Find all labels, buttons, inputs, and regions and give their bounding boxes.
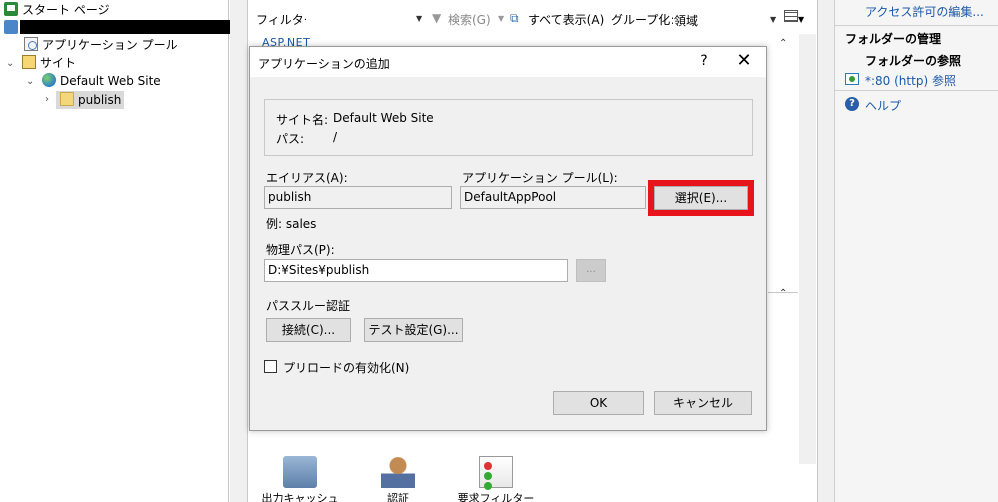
search-dropdown-icon[interactable]: ▼ xyxy=(498,14,504,23)
browse-icon xyxy=(845,73,859,85)
feature-authentication[interactable]: 認証 xyxy=(358,456,438,502)
search-button[interactable]: 検索(G) xyxy=(448,11,491,28)
alias-label: エイリアス(A): xyxy=(266,171,348,185)
tree-node-start-page[interactable]: スタート ページ xyxy=(4,1,110,19)
collapse-section-icon[interactable]: ⌃ xyxy=(779,288,787,299)
group-by-label: グループ化: xyxy=(611,13,675,27)
help-icon: ? xyxy=(845,97,859,111)
ok-button[interactable]: OK xyxy=(553,391,644,415)
grid-view-icon xyxy=(784,10,798,22)
feature-output-cache[interactable]: 出力キャッシュ xyxy=(260,456,340,502)
passthrough-auth-label: パススルー認証 xyxy=(266,299,351,313)
chevron-down-icon: ▼ xyxy=(770,15,777,24)
path-label: パス: xyxy=(276,132,305,146)
tree-node-label: アプリケーション プール xyxy=(42,38,178,52)
filter-input[interactable] xyxy=(306,8,428,30)
feature-label: 出力キャッシュ xyxy=(261,492,339,502)
folder-icon xyxy=(60,92,74,106)
tree-node-default-web-site[interactable]: Default Web Site xyxy=(42,72,161,90)
browse-path-button[interactable]: ... xyxy=(576,259,606,282)
preload-label: プリロードの有効化(N) xyxy=(283,361,410,375)
filter-toolbar: フィルター: ▼ ▼ 検索(G) ▼ ⧉ すべて表示(A) グループ化: 領域 … xyxy=(248,6,819,32)
site-name-value: Default Web Site xyxy=(333,111,434,125)
site-name-label: サイト名: xyxy=(276,113,329,127)
server-icon xyxy=(4,20,18,34)
connections-tree: スタート ページ アプリケーション プール ⌄ サイト ⌄ Default We… xyxy=(0,0,230,502)
actions-pane: アクセス許可の編集... フォルダーの管理 フォルダーの参照 *:80 (htt… xyxy=(834,0,998,502)
collapse-section-icon[interactable]: ⌃ xyxy=(779,38,787,49)
group-by-value: 領域 xyxy=(674,14,699,28)
alias-example: 例: sales xyxy=(266,217,317,231)
group-by-select[interactable]: 領域 ▼ xyxy=(671,8,779,30)
tree-node-label: サイト xyxy=(40,56,77,70)
site-info-box: サイト名: Default Web Site パス: / xyxy=(264,99,753,156)
feature-label: 認証 xyxy=(387,492,409,502)
highlight-box: 選択(E)... xyxy=(648,180,754,216)
browse-http-link[interactable]: *:80 (http) 参照 xyxy=(865,72,956,89)
tree-node-sites[interactable]: サイト xyxy=(22,54,76,72)
tree-node-publish[interactable]: publish xyxy=(60,91,121,109)
dialog-title: アプリケーションの追加 xyxy=(258,57,390,71)
tree-node-server-selected[interactable] xyxy=(20,20,230,34)
vertical-scrollbar[interactable] xyxy=(799,34,816,464)
test-settings-button[interactable]: テスト設定(G)... xyxy=(364,318,463,342)
physical-path-field[interactable]: D:¥Sites¥publish xyxy=(264,259,568,282)
actions-divider xyxy=(835,90,998,91)
actions-divider xyxy=(835,25,998,26)
edit-permissions-link[interactable]: アクセス許可の編集... xyxy=(865,3,984,20)
path-value: / xyxy=(333,130,338,144)
help-button[interactable]: ? xyxy=(694,53,714,69)
start-page-icon xyxy=(4,2,18,16)
browse-folder-heading: フォルダーの参照 xyxy=(865,54,962,68)
output-cache-icon xyxy=(283,456,317,488)
connect-as-button[interactable]: 接続(C)... xyxy=(266,318,351,342)
show-all-icon: ⧉ xyxy=(510,11,519,25)
collapse-chevron-icon[interactable]: ⌄ xyxy=(26,76,34,87)
tree-node-label: Default Web Site xyxy=(60,74,161,88)
preload-checkbox[interactable] xyxy=(264,360,277,373)
show-all-button[interactable]: すべて表示(A) xyxy=(528,11,604,28)
select-app-pool-button[interactable]: 選択(E)... xyxy=(654,186,748,210)
physical-path-label: 物理パス(P): xyxy=(266,243,335,257)
close-button[interactable]: ✕ xyxy=(732,50,756,71)
view-toggle-button[interactable]: ▼ xyxy=(784,10,806,28)
feature-label: 要求フィルター xyxy=(457,492,535,502)
filter-dropdown-icon[interactable]: ▼ xyxy=(416,14,422,23)
collapse-chevron-icon[interactable]: ⌄ xyxy=(6,58,14,69)
user-lock-icon xyxy=(381,456,415,488)
tree-node-label: スタート ページ xyxy=(22,3,110,17)
manage-folder-heading: フォルダーの管理 xyxy=(845,32,942,46)
cancel-button[interactable]: キャンセル xyxy=(654,391,752,415)
app-pool-icon xyxy=(24,37,38,51)
tree-node-label: publish xyxy=(78,93,122,107)
help-link[interactable]: ヘルプ xyxy=(865,97,901,114)
add-application-dialog: アプリケーションの追加 ? ✕ サイト名: Default Web Site パ… xyxy=(249,46,767,431)
alias-field[interactable]: publish xyxy=(264,186,452,209)
filter-funnel-icon: ▼ xyxy=(432,11,442,25)
tree-node-app-pools[interactable]: アプリケーション プール xyxy=(24,36,178,54)
sites-folder-icon xyxy=(22,55,36,69)
feature-request-filtering[interactable]: 要求フィルター xyxy=(456,456,536,502)
expand-chevron-icon[interactable]: › xyxy=(45,94,49,105)
chevron-down-icon: ▼ xyxy=(798,15,805,24)
request-filter-icon xyxy=(479,456,513,488)
app-pool-label: アプリケーション プール(L): xyxy=(462,171,618,185)
globe-icon xyxy=(42,73,56,87)
app-pool-field: DefaultAppPool xyxy=(460,186,646,209)
dialog-titlebar: アプリケーションの追加 ? ✕ xyxy=(250,47,766,77)
